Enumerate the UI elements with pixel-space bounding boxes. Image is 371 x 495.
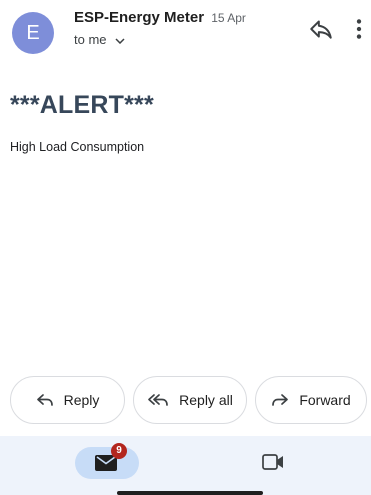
reply-icon[interactable] [308,16,334,42]
chevron-down-icon [115,38,125,44]
more-vert-icon[interactable] [352,16,366,42]
nav-mail-tab[interactable]: 9 [75,443,139,479]
recipient-label: to me [74,32,107,47]
forward-label: Forward [299,392,351,408]
message-date: 15 Apr [211,11,246,25]
sender-avatar[interactable]: E [12,12,54,54]
video-icon[interactable] [262,454,284,470]
message-subject: ***ALERT*** [10,91,154,119]
reply-button[interactable]: Reply [10,376,125,424]
message-header: E ESP-Energy Meter 15 Apr to me [0,0,371,70]
message-body: High Load Consumption [10,140,145,154]
reply-all-button[interactable]: Reply all [133,376,247,424]
reply-all-label: Reply all [179,392,233,408]
forward-icon [272,394,289,406]
sender-line[interactable]: ESP-Energy Meter 15 Apr [74,9,246,26]
recipient-toggle[interactable]: to me [74,32,125,47]
bottom-navigation: 9 [0,436,371,495]
home-indicator[interactable] [117,491,263,495]
sender-name: ESP-Energy Meter [74,9,205,26]
reply-all-icon [148,394,168,406]
reply-icon [36,394,53,406]
unread-badge: 9 [111,443,127,459]
reply-label: Reply [63,392,100,408]
forward-button[interactable]: Forward [255,376,367,424]
